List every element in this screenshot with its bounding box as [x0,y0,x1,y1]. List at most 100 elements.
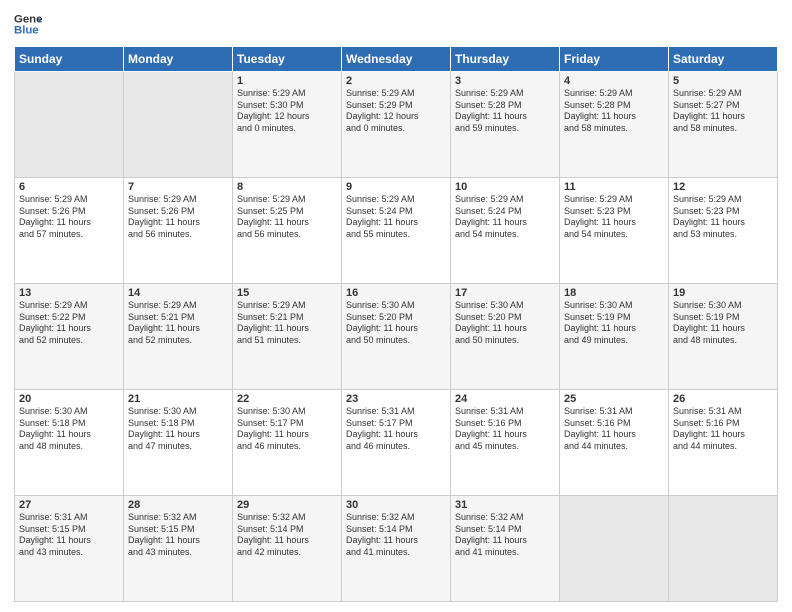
cell-info: Sunrise: 5:29 AM Sunset: 5:23 PM Dayligh… [673,194,773,241]
week-row-5: 27Sunrise: 5:31 AM Sunset: 5:15 PM Dayli… [15,496,778,602]
calendar-cell: 28Sunrise: 5:32 AM Sunset: 5:15 PM Dayli… [124,496,233,602]
day-number: 24 [455,393,555,405]
logo: General Blue [14,10,42,38]
calendar-cell [560,496,669,602]
day-number: 23 [346,393,446,405]
calendar-cell: 17Sunrise: 5:30 AM Sunset: 5:20 PM Dayli… [451,284,560,390]
weekday-header-friday: Friday [560,47,669,72]
day-number: 25 [564,393,664,405]
cell-info: Sunrise: 5:29 AM Sunset: 5:21 PM Dayligh… [128,300,228,347]
weekday-header-wednesday: Wednesday [342,47,451,72]
weekday-header-thursday: Thursday [451,47,560,72]
day-number: 31 [455,499,555,511]
calendar-cell: 2Sunrise: 5:29 AM Sunset: 5:29 PM Daylig… [342,72,451,178]
day-number: 19 [673,287,773,299]
calendar-cell: 31Sunrise: 5:32 AM Sunset: 5:14 PM Dayli… [451,496,560,602]
week-row-3: 13Sunrise: 5:29 AM Sunset: 5:22 PM Dayli… [15,284,778,390]
calendar-cell: 18Sunrise: 5:30 AM Sunset: 5:19 PM Dayli… [560,284,669,390]
cell-info: Sunrise: 5:30 AM Sunset: 5:18 PM Dayligh… [19,406,119,453]
cell-info: Sunrise: 5:31 AM Sunset: 5:15 PM Dayligh… [19,512,119,559]
cell-info: Sunrise: 5:29 AM Sunset: 5:26 PM Dayligh… [19,194,119,241]
day-number: 26 [673,393,773,405]
calendar-cell [669,496,778,602]
cell-info: Sunrise: 5:32 AM Sunset: 5:14 PM Dayligh… [346,512,446,559]
cell-info: Sunrise: 5:30 AM Sunset: 5:17 PM Dayligh… [237,406,337,453]
week-row-4: 20Sunrise: 5:30 AM Sunset: 5:18 PM Dayli… [15,390,778,496]
calendar-cell: 26Sunrise: 5:31 AM Sunset: 5:16 PM Dayli… [669,390,778,496]
cell-info: Sunrise: 5:31 AM Sunset: 5:16 PM Dayligh… [455,406,555,453]
day-number: 22 [237,393,337,405]
calendar-cell: 30Sunrise: 5:32 AM Sunset: 5:14 PM Dayli… [342,496,451,602]
calendar-cell [15,72,124,178]
cell-info: Sunrise: 5:32 AM Sunset: 5:15 PM Dayligh… [128,512,228,559]
day-number: 20 [19,393,119,405]
calendar-cell: 9Sunrise: 5:29 AM Sunset: 5:24 PM Daylig… [342,178,451,284]
week-row-2: 6Sunrise: 5:29 AM Sunset: 5:26 PM Daylig… [15,178,778,284]
day-number: 9 [346,181,446,193]
cell-info: Sunrise: 5:32 AM Sunset: 5:14 PM Dayligh… [237,512,337,559]
calendar-cell: 3Sunrise: 5:29 AM Sunset: 5:28 PM Daylig… [451,72,560,178]
day-number: 12 [673,181,773,193]
calendar-cell: 15Sunrise: 5:29 AM Sunset: 5:21 PM Dayli… [233,284,342,390]
day-number: 15 [237,287,337,299]
cell-info: Sunrise: 5:29 AM Sunset: 5:28 PM Dayligh… [564,88,664,135]
cell-info: Sunrise: 5:30 AM Sunset: 5:18 PM Dayligh… [128,406,228,453]
day-number: 4 [564,75,664,87]
weekday-header-sunday: Sunday [15,47,124,72]
cell-info: Sunrise: 5:29 AM Sunset: 5:24 PM Dayligh… [346,194,446,241]
cell-info: Sunrise: 5:29 AM Sunset: 5:30 PM Dayligh… [237,88,337,135]
calendar-cell: 10Sunrise: 5:29 AM Sunset: 5:24 PM Dayli… [451,178,560,284]
cell-info: Sunrise: 5:29 AM Sunset: 5:27 PM Dayligh… [673,88,773,135]
day-number: 27 [19,499,119,511]
cell-info: Sunrise: 5:29 AM Sunset: 5:22 PM Dayligh… [19,300,119,347]
day-number: 16 [346,287,446,299]
calendar-cell: 5Sunrise: 5:29 AM Sunset: 5:27 PM Daylig… [669,72,778,178]
weekday-header-saturday: Saturday [669,47,778,72]
cell-info: Sunrise: 5:29 AM Sunset: 5:25 PM Dayligh… [237,194,337,241]
calendar-cell: 25Sunrise: 5:31 AM Sunset: 5:16 PM Dayli… [560,390,669,496]
calendar-cell: 19Sunrise: 5:30 AM Sunset: 5:19 PM Dayli… [669,284,778,390]
cell-info: Sunrise: 5:29 AM Sunset: 5:21 PM Dayligh… [237,300,337,347]
cell-info: Sunrise: 5:29 AM Sunset: 5:29 PM Dayligh… [346,88,446,135]
cell-info: Sunrise: 5:30 AM Sunset: 5:19 PM Dayligh… [564,300,664,347]
page: General Blue SundayMondayTuesdayWednesda… [0,0,792,612]
day-number: 30 [346,499,446,511]
weekday-header-row: SundayMondayTuesdayWednesdayThursdayFrid… [15,47,778,72]
svg-text:General: General [14,13,42,25]
day-number: 29 [237,499,337,511]
calendar-cell: 23Sunrise: 5:31 AM Sunset: 5:17 PM Dayli… [342,390,451,496]
day-number: 11 [564,181,664,193]
cell-info: Sunrise: 5:29 AM Sunset: 5:28 PM Dayligh… [455,88,555,135]
calendar-cell [124,72,233,178]
svg-text:Blue: Blue [14,25,39,37]
calendar-cell: 4Sunrise: 5:29 AM Sunset: 5:28 PM Daylig… [560,72,669,178]
calendar-cell: 29Sunrise: 5:32 AM Sunset: 5:14 PM Dayli… [233,496,342,602]
day-number: 28 [128,499,228,511]
calendar-cell: 22Sunrise: 5:30 AM Sunset: 5:17 PM Dayli… [233,390,342,496]
cell-info: Sunrise: 5:30 AM Sunset: 5:19 PM Dayligh… [673,300,773,347]
day-number: 2 [346,75,446,87]
calendar-cell: 27Sunrise: 5:31 AM Sunset: 5:15 PM Dayli… [15,496,124,602]
week-row-1: 1Sunrise: 5:29 AM Sunset: 5:30 PM Daylig… [15,72,778,178]
day-number: 6 [19,181,119,193]
cell-info: Sunrise: 5:31 AM Sunset: 5:16 PM Dayligh… [673,406,773,453]
day-number: 17 [455,287,555,299]
calendar-cell: 12Sunrise: 5:29 AM Sunset: 5:23 PM Dayli… [669,178,778,284]
cell-info: Sunrise: 5:31 AM Sunset: 5:17 PM Dayligh… [346,406,446,453]
cell-info: Sunrise: 5:31 AM Sunset: 5:16 PM Dayligh… [564,406,664,453]
day-number: 7 [128,181,228,193]
calendar-cell: 13Sunrise: 5:29 AM Sunset: 5:22 PM Dayli… [15,284,124,390]
calendar-cell: 21Sunrise: 5:30 AM Sunset: 5:18 PM Dayli… [124,390,233,496]
calendar-cell: 7Sunrise: 5:29 AM Sunset: 5:26 PM Daylig… [124,178,233,284]
calendar-cell: 8Sunrise: 5:29 AM Sunset: 5:25 PM Daylig… [233,178,342,284]
calendar-cell: 20Sunrise: 5:30 AM Sunset: 5:18 PM Dayli… [15,390,124,496]
day-number: 1 [237,75,337,87]
day-number: 10 [455,181,555,193]
calendar-cell: 1Sunrise: 5:29 AM Sunset: 5:30 PM Daylig… [233,72,342,178]
day-number: 14 [128,287,228,299]
weekday-header-tuesday: Tuesday [233,47,342,72]
calendar-cell: 16Sunrise: 5:30 AM Sunset: 5:20 PM Dayli… [342,284,451,390]
cell-info: Sunrise: 5:30 AM Sunset: 5:20 PM Dayligh… [455,300,555,347]
cell-info: Sunrise: 5:29 AM Sunset: 5:26 PM Dayligh… [128,194,228,241]
cell-info: Sunrise: 5:30 AM Sunset: 5:20 PM Dayligh… [346,300,446,347]
